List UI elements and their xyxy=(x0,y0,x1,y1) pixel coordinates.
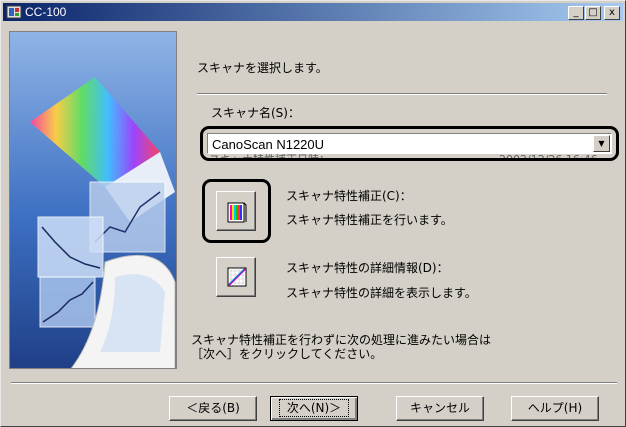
back-button[interactable]: ＜戻る(B) xyxy=(169,396,257,421)
bottom-separator xyxy=(11,382,617,384)
scanner-illustration xyxy=(9,31,177,369)
calibration-title: スキャナ特性補正(C)： xyxy=(286,189,412,203)
next-button-label: 次へ(N)＞ xyxy=(278,399,350,417)
dialog-window: CC-100 _ □ x スキャナを選択します。 スキャナ名(S)： スキャナ特… xyxy=(0,0,626,427)
minimize-button[interactable]: _ xyxy=(568,6,584,20)
details-desc: スキャナ特性の詳細を表示します。 xyxy=(286,286,477,300)
top-separator xyxy=(197,93,607,95)
calibration-desc: スキャナ特性補正を行います。 xyxy=(286,213,453,227)
scanner-name-label: スキャナ名(S)： xyxy=(211,106,300,120)
cancel-button[interactable]: キャンセル xyxy=(396,396,484,421)
next-button[interactable]: 次へ(N)＞ xyxy=(270,396,358,421)
details-button[interactable] xyxy=(216,257,256,297)
app-icon xyxy=(6,5,22,19)
maximize-button[interactable]: □ xyxy=(585,6,601,20)
help-button[interactable]: ヘルプ(H) xyxy=(511,396,599,421)
window-title: CC-100 xyxy=(25,5,67,19)
highlight-outline-button xyxy=(202,179,271,243)
graph-icon xyxy=(227,267,247,287)
close-button[interactable]: x xyxy=(604,6,620,20)
highlight-outline-combo xyxy=(200,126,619,161)
note-line-1: スキャナ特性補正を行わずに次の処理に進みたい場合は xyxy=(191,333,492,347)
title-bar[interactable]: CC-100 _ □ x xyxy=(3,3,623,21)
intro-text: スキャナを選択します。 xyxy=(197,61,328,75)
details-title: スキャナ特性の詳細情報(D)： xyxy=(286,261,449,275)
note-line-2: ［次へ］をクリックしてください。 xyxy=(191,347,383,361)
